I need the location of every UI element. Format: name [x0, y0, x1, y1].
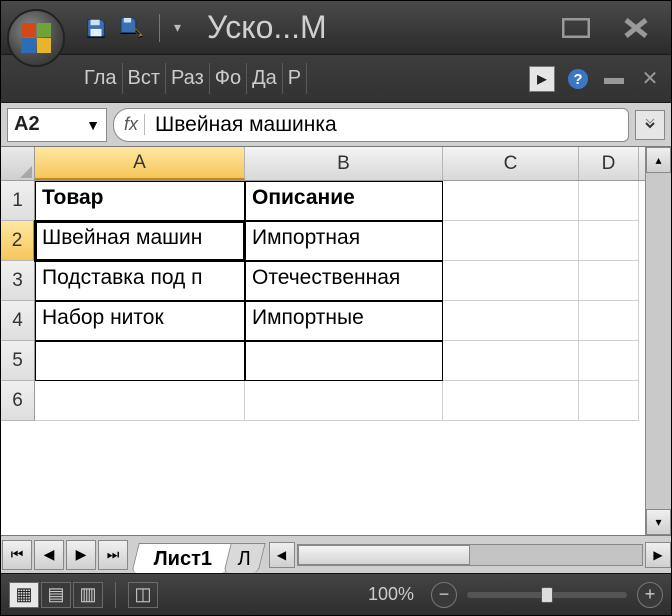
tab-data[interactable]: Да: [247, 63, 283, 94]
column-header-b[interactable]: B: [245, 147, 443, 180]
title-bar: ▾ Уско...М: [1, 1, 671, 55]
row-header-1[interactable]: 1: [1, 181, 35, 221]
vertical-scrollbar[interactable]: ▴ ▾: [645, 147, 671, 535]
cell-d5[interactable]: [579, 341, 639, 381]
horizontal-scrollbar[interactable]: ◀ ▶: [269, 542, 672, 568]
save-icon[interactable]: [83, 15, 109, 41]
tab-home[interactable]: Гла: [79, 63, 123, 94]
sheet-tab-next[interactable]: Л: [224, 543, 267, 573]
mdi-close-icon[interactable]: ✕: [637, 66, 663, 92]
name-box[interactable]: A2 ▼: [7, 108, 107, 142]
office-logo-icon: [21, 23, 51, 53]
cell-b4[interactable]: Импортные: [245, 301, 443, 341]
column-header-c[interactable]: C: [443, 147, 579, 180]
sheet-prev-icon[interactable]: ◀: [34, 540, 64, 570]
cell-b3[interactable]: Отечественная: [245, 261, 443, 301]
cell-b2[interactable]: Импортная: [245, 221, 443, 261]
cell-d4[interactable]: [579, 301, 639, 341]
tab-review[interactable]: Р: [283, 63, 307, 94]
view-extra-icon[interactable]: ◫: [128, 582, 158, 608]
scroll-up-icon[interactable]: ▴: [646, 147, 671, 173]
zoom-percent[interactable]: 100%: [361, 584, 421, 605]
view-buttons: ▦ ▤ ▥: [9, 582, 103, 608]
sheet-nav-buttons: ⏮ ◀ ▶ ⏭: [1, 538, 129, 572]
row-header-2[interactable]: 2: [1, 221, 35, 261]
cell-d6[interactable]: [579, 381, 639, 421]
formula-bar: A2 ▼ fx Швейная машинка: [1, 103, 671, 147]
column-header-d[interactable]: D: [579, 147, 639, 180]
vscroll-track[interactable]: [646, 173, 671, 509]
cell-c2[interactable]: [443, 221, 579, 261]
hscroll-track[interactable]: [297, 544, 644, 566]
zoom-in-icon[interactable]: +: [637, 582, 663, 608]
sheet-first-icon[interactable]: ⏮: [2, 540, 32, 570]
ribbon-scroll-right-icon[interactable]: ▸: [529, 66, 555, 92]
maximize-button[interactable]: [557, 13, 595, 43]
row-header-4[interactable]: 4: [1, 301, 35, 341]
view-pagebreak-icon[interactable]: ▥: [73, 582, 103, 608]
cell-a6[interactable]: [35, 381, 245, 421]
window-controls: [557, 13, 665, 43]
window-title: Уско...М: [201, 9, 557, 46]
sheet-next-icon[interactable]: ▶: [66, 540, 96, 570]
save-as-icon[interactable]: [119, 15, 145, 41]
cell-c4[interactable]: [443, 301, 579, 341]
row-header-3[interactable]: 3: [1, 261, 35, 301]
column-headers: A B C D: [1, 147, 645, 181]
cell-d2[interactable]: [579, 221, 639, 261]
cell-a1[interactable]: Товар: [35, 181, 245, 221]
cell-b5[interactable]: [245, 341, 443, 381]
help-icon[interactable]: ?: [565, 66, 591, 92]
cell-a5[interactable]: [35, 341, 245, 381]
svg-text:?: ?: [573, 71, 582, 88]
sheet-last-icon[interactable]: ⏭: [98, 540, 128, 570]
worksheet-area: A B C D 1 Товар Описание 2 Швейная машин…: [1, 147, 671, 535]
tab-pagelayout[interactable]: Раз: [166, 63, 210, 94]
quick-access-toolbar: ▾: [83, 14, 181, 42]
zoom-out-icon[interactable]: −: [431, 582, 457, 608]
view-normal-icon[interactable]: ▦: [9, 582, 39, 608]
hscroll-thumb[interactable]: [298, 545, 470, 565]
qat-dropdown-icon[interactable]: ▾: [174, 19, 181, 36]
tab-insert[interactable]: Вст: [123, 63, 167, 94]
formula-value: Швейная машинка: [155, 113, 337, 137]
cell-c3[interactable]: [443, 261, 579, 301]
office-button[interactable]: [7, 9, 65, 67]
cell-a4[interactable]: Набор ниток: [35, 301, 245, 341]
hscroll-left-icon[interactable]: ◀: [269, 542, 295, 568]
column-header-a[interactable]: A: [35, 147, 245, 180]
scroll-down-icon[interactable]: ▾: [646, 509, 671, 535]
mdi-minimize-icon[interactable]: ▬: [601, 66, 627, 92]
cell-c6[interactable]: [443, 381, 579, 421]
grid-rows: 1 Товар Описание 2 Швейная машин Импортн…: [1, 181, 645, 535]
name-box-value: A2: [14, 113, 40, 136]
formula-input[interactable]: fx Швейная машинка: [113, 108, 629, 142]
cell-c1[interactable]: [443, 181, 579, 221]
zoom-controls: 100% − +: [361, 582, 663, 608]
zoom-slider-knob[interactable]: [541, 587, 553, 603]
cell-b1[interactable]: Описание: [245, 181, 443, 221]
tab-formulas[interactable]: Фо: [210, 63, 247, 94]
cell-a3[interactable]: Подставка под п: [35, 261, 245, 301]
sheet-tab-active[interactable]: Лист1: [131, 543, 235, 573]
cell-a2[interactable]: Швейная машин: [35, 221, 245, 261]
zoom-slider[interactable]: [467, 592, 627, 598]
name-box-dropdown-icon[interactable]: ▼: [86, 117, 100, 133]
sheet-tab-bar: ⏮ ◀ ▶ ⏭ Лист1 Л ◀ ▶: [1, 535, 671, 573]
row-header-5[interactable]: 5: [1, 341, 35, 381]
cell-d1[interactable]: [579, 181, 639, 221]
cell-b6[interactable]: [245, 381, 443, 421]
fx-icon[interactable]: fx: [124, 114, 145, 135]
cell-c5[interactable]: [443, 341, 579, 381]
ribbon-tabs: Гла Вст Раз Фо Да Р ▸ ? ▬ ✕: [1, 55, 671, 103]
view-pagelayout-icon[interactable]: ▤: [41, 582, 71, 608]
expand-formula-bar-icon[interactable]: [635, 110, 665, 140]
close-button[interactable]: [617, 13, 655, 43]
status-bar: ▦ ▤ ▥ ◫ 100% − +: [1, 573, 671, 615]
row-header-6[interactable]: 6: [1, 381, 35, 421]
select-all-corner[interactable]: [1, 147, 35, 180]
cell-d3[interactable]: [579, 261, 639, 301]
hscroll-right-icon[interactable]: ▶: [645, 542, 671, 568]
excel-window: ▾ Уско...М Гла Вст Раз Фо Да Р ▸ ? ▬ ✕: [0, 0, 672, 616]
